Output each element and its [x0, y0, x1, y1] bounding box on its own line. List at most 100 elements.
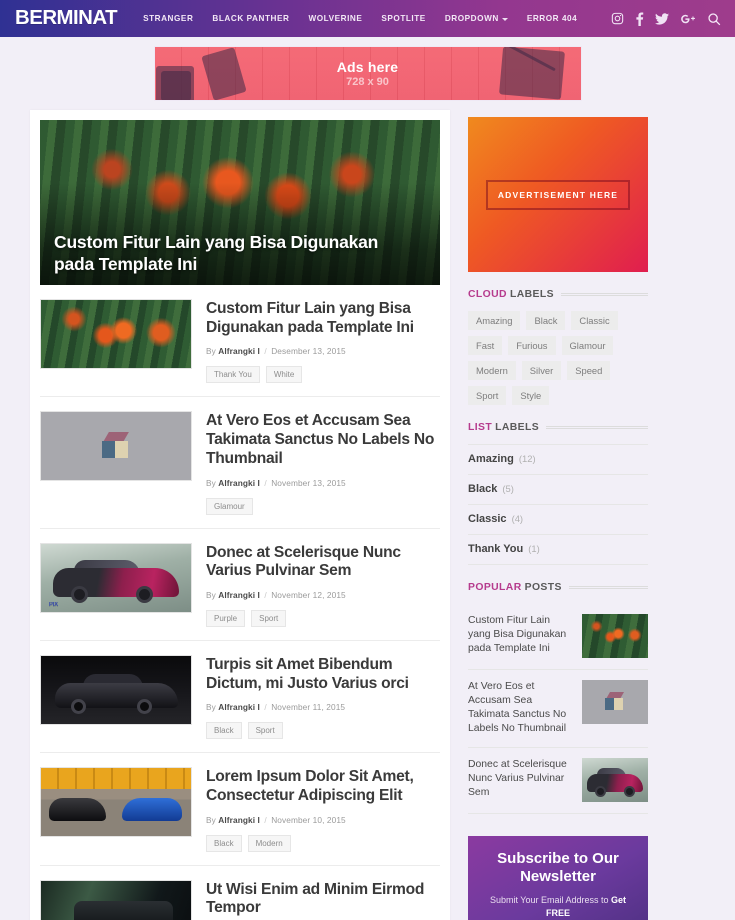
post-list-item[interactable]: Lorem Ipsum Dolor Sit Amet, Consectetur … [40, 753, 440, 866]
popular-post-thumbnail [582, 680, 648, 724]
post-by-label: By [206, 814, 216, 825]
post-title[interactable]: Custom Fitur Lain yang Bisa Digunakan pa… [206, 300, 440, 337]
post-by-label: By [206, 589, 216, 600]
nav-item-spotlite[interactable]: SPOTLITE [381, 14, 425, 23]
post-author[interactable]: Alfrangki I [218, 702, 260, 712]
top-navigation-bar: BERMINAT STRANGER BLACK PANTHER WOLVERIN… [0, 0, 735, 37]
sidebar-ad-label[interactable]: ADVERTISEMENT HERE [485, 179, 631, 210]
post-thumbnail[interactable] [40, 411, 192, 482]
cloud-label[interactable]: Classic [571, 311, 618, 330]
post-tag[interactable]: Glamour [206, 497, 253, 515]
list-label-count: (1) [528, 543, 540, 554]
cube-icon [102, 432, 130, 460]
cloud-label[interactable]: Speed [567, 361, 611, 380]
post-list-item[interactable]: Turpis sit Amet Bibendum Dictum, mi Just… [40, 641, 440, 754]
cloud-labels-list: Amazing Black Classic Fast Furious Glamo… [468, 311, 648, 405]
post-author[interactable]: Alfrangki I [218, 815, 260, 825]
post-meta: By Alfrangki I / November 10, 2015 [206, 815, 440, 825]
cloud-label[interactable]: Silver [521, 361, 562, 380]
top-ad-container: Ads here 728 x 90 [0, 37, 735, 101]
list-label-row[interactable]: Classic (4) [468, 505, 648, 535]
nav-item-stranger[interactable]: STRANGER [143, 14, 193, 23]
meta-separator: / [264, 477, 267, 488]
social-links [611, 11, 721, 26]
post-list-item[interactable]: Ut Wisi Enim ad Minim Eirmod Tempor By A… [40, 866, 440, 920]
nav-label: BLACK PANTHER [212, 14, 290, 23]
featured-title: Custom Fitur Lain yang Bisa Digunakan pa… [54, 232, 379, 275]
cloud-label[interactable]: Sport [468, 386, 507, 405]
heading-rule [568, 586, 648, 589]
main-content-column: Custom Fitur Lain yang Bisa Digunakan pa… [30, 110, 450, 920]
post-title[interactable]: At Vero Eos et Accusam Sea Takimata Sanc… [206, 412, 440, 468]
popular-post-item[interactable]: Donec at Scelerisque Nunc Varius Pulvina… [468, 748, 648, 815]
post-author[interactable]: Alfrangki I [218, 346, 260, 356]
sidebar-ad[interactable]: ADVERTISEMENT HERE [468, 117, 648, 272]
nav-label: ERROR 404 [526, 14, 578, 23]
nav-item-black-panther[interactable]: BLACK PANTHER [212, 14, 289, 23]
post-title[interactable]: Ut Wisi Enim ad Minim Eirmod Tempor [206, 881, 440, 918]
cloud-label[interactable]: Modern [468, 361, 516, 380]
post-title[interactable]: Turpis sit Amet Bibendum Dictum, mi Just… [206, 656, 440, 693]
newsletter-description: Submit Your Email Address to Get FREEOur… [481, 894, 635, 920]
post-list-item[interactable]: At Vero Eos et Accusam Sea Takimata Sanc… [40, 397, 440, 529]
post-date: November 13, 2015 [271, 477, 346, 488]
post-list-item[interactable]: Custom Fitur Lain yang Bisa Digunakan pa… [40, 285, 440, 398]
cloud-label[interactable]: Fast [468, 336, 503, 355]
nav-item-error-404[interactable]: ERROR 404 [527, 14, 577, 23]
list-label-name: Classic [468, 513, 507, 525]
nav-item-dropdown[interactable]: DROPDOWN [445, 14, 508, 23]
popular-post-item[interactable]: At Vero Eos et Accusam Sea Takimata Sanc… [468, 670, 648, 749]
post-thumbnail[interactable]: PIX [40, 542, 192, 613]
post-thumbnail[interactable] [40, 879, 192, 920]
post-body: Lorem Ipsum Dolor Sit Amet, Consectetur … [206, 767, 440, 852]
site-logo[interactable]: BERMINAT [15, 7, 118, 30]
post-body: Turpis sit Amet Bibendum Dictum, mi Just… [206, 655, 440, 740]
night-car-photo [41, 880, 191, 920]
facebook-icon[interactable] [635, 11, 644, 26]
cloud-label[interactable]: Style [512, 386, 550, 405]
heading-rule [560, 293, 648, 296]
featured-post[interactable]: Custom Fitur Lain yang Bisa Digunakan pa… [40, 120, 440, 285]
post-thumbnail[interactable] [40, 767, 192, 838]
post-tag[interactable]: Thank You [206, 366, 260, 384]
post-tags: Purple Sport [206, 609, 440, 627]
post-author[interactable]: Alfrangki I [218, 590, 260, 600]
twitter-icon[interactable] [655, 12, 669, 25]
post-thumbnail[interactable] [40, 299, 192, 369]
post-author[interactable]: Alfrangki I [218, 478, 260, 488]
post-title[interactable]: Lorem Ipsum Dolor Sit Amet, Consectetur … [206, 768, 440, 805]
post-tag[interactable]: Modern [247, 834, 291, 852]
list-label-row[interactable]: Amazing (12) [468, 444, 648, 475]
nav-label: DROPDOWN [444, 14, 499, 23]
search-icon[interactable] [707, 12, 721, 26]
post-tag[interactable]: White [265, 366, 303, 384]
post-title[interactable]: Donec at Scelerisque Nunc Varius Pulvina… [206, 544, 440, 581]
post-thumbnail[interactable] [40, 654, 192, 725]
page-body: Custom Fitur Lain yang Bisa Digunakan pa… [30, 101, 705, 920]
post-tag[interactable]: Sport [247, 722, 283, 740]
post-tag[interactable]: Black [206, 722, 242, 740]
cloud-label[interactable]: Furious [508, 336, 556, 355]
nav-item-wolverine[interactable]: WOLVERINE [308, 14, 362, 23]
instagram-icon[interactable] [611, 12, 624, 25]
nav-label: SPOTLITE [381, 14, 426, 23]
post-list-item[interactable]: PIX Donec at Scelerisque Nunc Varius Pul… [40, 529, 440, 641]
post-tag[interactable]: Black [206, 834, 242, 852]
popular-post-item[interactable]: Custom Fitur Lain yang Bisa Digunakan pa… [468, 604, 648, 670]
top-ad-banner[interactable]: Ads here 728 x 90 [153, 46, 582, 101]
google-plus-icon[interactable] [680, 13, 696, 25]
main-menu: STRANGER BLACK PANTHER WOLVERINE SPOTLIT… [143, 14, 577, 23]
list-label-row[interactable]: Thank You (1) [468, 535, 648, 565]
cloud-label[interactable]: Black [526, 311, 566, 330]
cloud-label[interactable]: Amazing [468, 311, 521, 330]
post-date: November 12, 2015 [271, 589, 346, 600]
watermark: PIX [48, 602, 58, 609]
post-tags: Black Sport [206, 722, 440, 740]
list-label-row[interactable]: Black (5) [468, 475, 648, 505]
post-tag[interactable]: Sport [251, 609, 287, 627]
cloud-label[interactable]: Glamour [561, 336, 614, 355]
popular-posts-list: Custom Fitur Lain yang Bisa Digunakan pa… [468, 604, 648, 815]
list-label-name: Thank You [468, 543, 524, 555]
post-tag[interactable]: Purple [206, 609, 246, 627]
ad-size: 728 x 90 [346, 76, 389, 88]
